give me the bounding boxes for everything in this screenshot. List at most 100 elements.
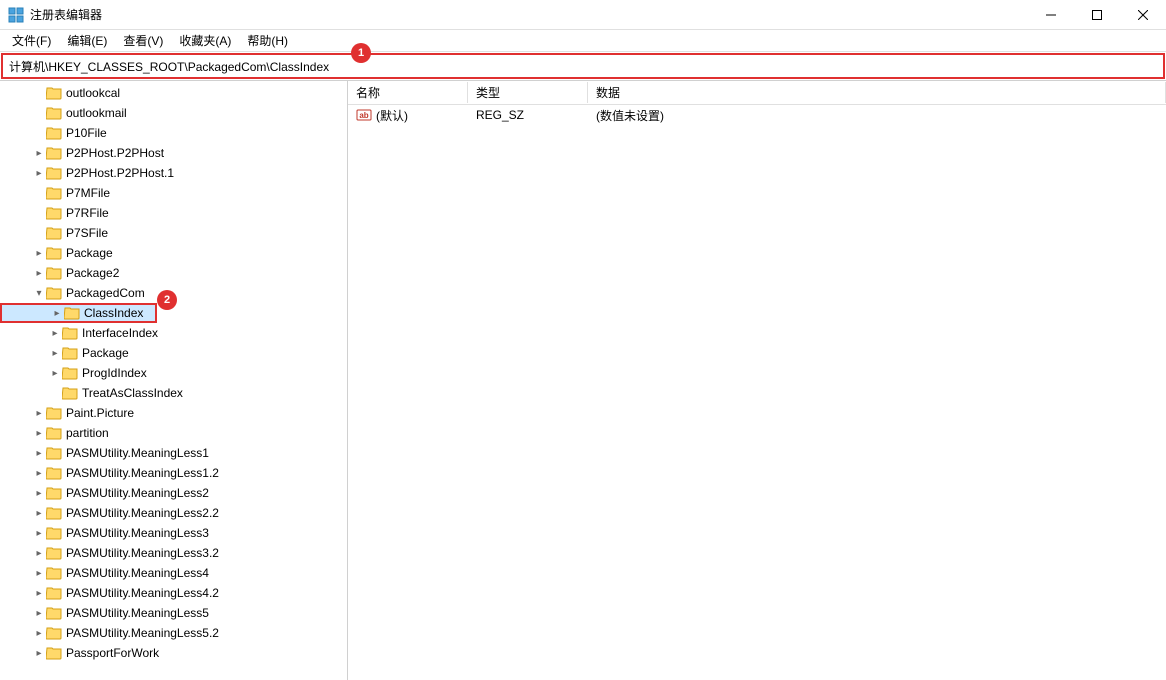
tree-view: outlookcal outlookmailP10File ▸ P2PHost.P2P… <box>0 81 347 663</box>
tree-item-label: outlookcal <box>66 86 120 100</box>
menu-help[interactable]: 帮助(H) <box>239 30 296 51</box>
tree-pane[interactable]: outlookcal outlookmailP10File ▸ P2PHost.P2P… <box>0 81 348 680</box>
tree-item-label: PackagedCom <box>66 286 145 300</box>
expander-icon[interactable]: ▸ <box>32 528 46 539</box>
minimize-button[interactable] <box>1028 0 1074 30</box>
tree-item[interactable]: TreatAsClassIndex <box>0 383 347 403</box>
tree-item[interactable]: P10File <box>0 123 347 143</box>
tree-item-label: PASMUtility.MeaningLess1.2 <box>66 466 219 480</box>
window-title: 注册表编辑器 <box>30 6 1028 23</box>
expander-icon[interactable]: ▸ <box>48 348 62 359</box>
tree-item[interactable]: ▸ ClassIndex <box>0 303 157 323</box>
tree-item-label: PASMUtility.MeaningLess5.2 <box>66 626 219 640</box>
tree-item-label: ClassIndex <box>84 306 143 320</box>
tree-item[interactable]: ▸ Package <box>0 343 347 363</box>
expander-icon[interactable]: ▸ <box>32 508 46 519</box>
tree-item-label: InterfaceIndex <box>82 326 158 340</box>
tree-item[interactable]: outlookmail <box>0 103 347 123</box>
expander-icon[interactable]: ▸ <box>48 368 62 379</box>
close-button[interactable] <box>1120 0 1166 30</box>
tree-item[interactable]: ▸ InterfaceIndex <box>0 323 347 343</box>
tree-item[interactable]: ▸ PASMUtility.MeaningLess5 <box>0 603 347 623</box>
tree-item[interactable]: ▸PASMUtility.MeaningLess2 <box>0 483 347 503</box>
expander-icon[interactable]: ▸ <box>32 428 46 439</box>
tree-item[interactable]: P7SFile <box>0 223 347 243</box>
menubar: 文件(F) 编辑(E) 查看(V) 收藏夹(A) 帮助(H) <box>0 30 1166 52</box>
tree-item[interactable]: ▸ partition <box>0 423 347 443</box>
expander-icon[interactable]: ▸ <box>32 588 46 599</box>
regedit-icon <box>8 7 24 23</box>
menu-view[interactable]: 查看(V) <box>115 30 171 51</box>
tree-item[interactable]: P7MFile <box>0 183 347 203</box>
tree-item-label: P2PHost.P2PHost.1 <box>66 166 174 180</box>
expander-icon[interactable]: ▸ <box>32 608 46 619</box>
address-input[interactable] <box>3 57 1163 75</box>
expander-icon[interactable]: ▸ <box>32 568 46 579</box>
menu-edit[interactable]: 编辑(E) <box>59 30 115 51</box>
tree-item[interactable]: ▸ PASMUtility.MeaningLess5.2 <box>0 623 347 643</box>
tree-item[interactable]: ▸ PASMUtility.MeaningLess1 <box>0 443 347 463</box>
list-body: ab(默认)REG_SZ(数值未设置) <box>348 105 1166 125</box>
tree-item[interactable]: outlookcal <box>0 83 347 103</box>
tree-item[interactable]: ▸ ProgIdIndex <box>0 363 347 383</box>
tree-item-label: PASMUtility.MeaningLess1 <box>66 446 209 460</box>
expander-icon[interactable]: ▸ <box>32 148 46 159</box>
col-type-header[interactable]: 类型 <box>468 82 588 103</box>
expander-icon[interactable]: ▸ <box>50 308 64 319</box>
tree-item-label: PASMUtility.MeaningLess3 <box>66 526 209 540</box>
tree-item[interactable]: ▸ PASMUtility.MeaningLess4 <box>0 563 347 583</box>
tree-item-label: P2PHost.P2PHost <box>66 146 164 160</box>
tree-item-label: PASMUtility.MeaningLess3.2 <box>66 546 219 560</box>
maximize-button[interactable] <box>1074 0 1120 30</box>
cell-data: (数值未设置) <box>588 105 1166 126</box>
callout-2: 2 <box>157 290 177 310</box>
list-header: 名称 类型 数据 <box>348 81 1166 105</box>
tree-item-label: PASMUtility.MeaningLess5 <box>66 606 209 620</box>
expander-icon[interactable]: ▸ <box>32 648 46 659</box>
tree-item-label: P7MFile <box>66 186 110 200</box>
tree-item-label: P7SFile <box>66 226 108 240</box>
tree-item-label: Paint.Picture <box>66 406 134 420</box>
tree-item[interactable]: ▸PASMUtility.MeaningLess4.2 <box>0 583 347 603</box>
tree-item[interactable]: ▸ PASMUtility.MeaningLess3 <box>0 523 347 543</box>
expander-icon[interactable]: ▸ <box>32 488 46 499</box>
tree-item-label: TreatAsClassIndex <box>82 386 183 400</box>
tree-item-label: ProgIdIndex <box>82 366 147 380</box>
col-data-header[interactable]: 数据 <box>588 82 1166 103</box>
tree-item[interactable]: ▸ P2PHost.P2PHost <box>0 143 347 163</box>
expander-icon[interactable]: ▸ <box>32 548 46 559</box>
tree-item[interactable]: ▸ P2PHost.P2PHost.1 <box>0 163 347 183</box>
expander-icon[interactable]: ▸ <box>32 628 46 639</box>
tree-item[interactable]: ▸ PassportForWork <box>0 643 347 663</box>
expander-icon[interactable]: ▸ <box>32 408 46 419</box>
addressbar-highlight <box>1 53 1165 79</box>
tree-item[interactable]: ▸ PASMUtility.MeaningLess3.2 <box>0 543 347 563</box>
tree-item[interactable]: ▸Package2 <box>0 263 347 283</box>
expander-icon[interactable]: ▸ <box>32 448 46 459</box>
menu-favorites[interactable]: 收藏夹(A) <box>171 30 239 51</box>
tree-item-label: partition <box>66 426 109 440</box>
tree-item-label: Package <box>66 246 113 260</box>
content-area: outlookcal outlookmailP10File ▸ P2PHost.P2P… <box>0 80 1166 680</box>
expander-icon[interactable]: ▸ <box>48 328 62 339</box>
tree-item-label: P7RFile <box>66 206 109 220</box>
tree-item-label: PassportForWork <box>66 646 159 660</box>
tree-item[interactable]: ▸PASMUtility.MeaningLess2.2 <box>0 503 347 523</box>
col-name-header[interactable]: 名称 <box>348 82 468 103</box>
tree-item-label: Package <box>82 346 129 360</box>
expander-icon[interactable]: ▸ <box>32 168 46 179</box>
expander-icon[interactable]: ▾ <box>32 288 46 299</box>
tree-item[interactable]: ▸ PASMUtility.MeaningLess1.2 <box>0 463 347 483</box>
expander-icon[interactable]: ▸ <box>32 268 46 279</box>
tree-item[interactable]: ▸ Package <box>0 243 347 263</box>
callout-1: 1 <box>351 43 371 63</box>
list-pane[interactable]: 名称 类型 数据 ab(默认)REG_SZ(数值未设置) <box>348 81 1166 680</box>
tree-item[interactable]: P7RFile <box>0 203 347 223</box>
expander-icon[interactable]: ▸ <box>32 468 46 479</box>
expander-icon[interactable]: ▸ <box>32 248 46 259</box>
tree-item[interactable]: ▸ Paint.Picture <box>0 403 347 423</box>
cell-name: ab(默认) <box>348 105 468 126</box>
menu-file[interactable]: 文件(F) <box>4 30 59 51</box>
tree-item-label: PASMUtility.MeaningLess4 <box>66 566 209 580</box>
list-row[interactable]: ab(默认)REG_SZ(数值未设置) <box>348 105 1166 125</box>
